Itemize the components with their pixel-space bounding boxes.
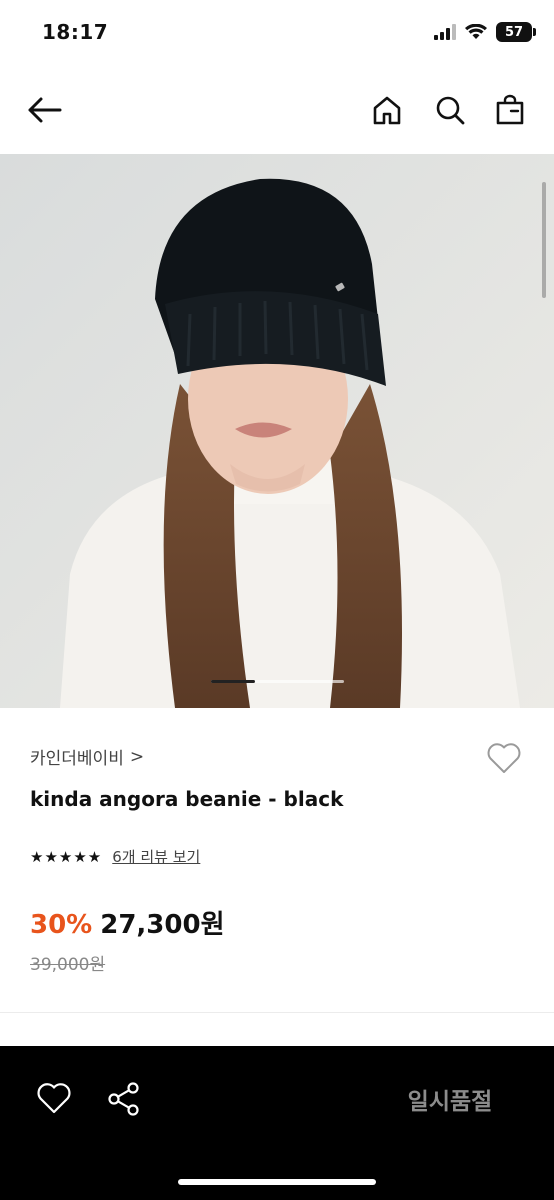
price-row: 30% 27,300원 [30,904,225,941]
arrow-left-icon [28,97,62,123]
brand-link[interactable]: 카인더베이비 > [30,744,145,770]
reviews-link[interactable]: 6개 리뷰 보기 [112,846,200,867]
wifi-icon [465,24,487,39]
bottom-wishlist-button[interactable] [34,1079,74,1119]
share-icon [108,1082,139,1116]
product-image[interactable] [0,154,554,708]
heart-outline-icon [487,743,521,773]
status-bar: 18:17 57 [0,0,554,66]
discount-rate: 30% [30,910,93,940]
scrollbar[interactable] [542,182,546,298]
share-button[interactable] [104,1079,144,1119]
search-icon [436,96,465,125]
image-pager [211,680,344,683]
sale-price: 27,300원 [100,910,225,940]
wishlist-button[interactable] [484,738,524,778]
product-title: kinda angora beanie - black [30,787,344,811]
home-button[interactable] [365,88,409,132]
chevron-right-icon: > [129,746,145,767]
shopping-bag-icon [496,94,524,125]
nav-bar [0,66,554,154]
home-indicator[interactable] [178,1179,376,1185]
bottom-action-bar: 일시품절 [0,1046,554,1200]
original-price: 39,000원 [30,955,106,975]
rating-stars: ★★★★★ [30,847,103,866]
back-button[interactable] [22,88,66,132]
home-icon [373,96,401,125]
battery-indicator: 57 [496,22,536,42]
status-time: 18:17 [42,20,109,44]
status-icons: 57 [434,22,536,42]
product-photo-illustration [0,154,554,708]
image-pager-indicator [211,680,255,683]
rating-row: ★★★★★ 6개 리뷰 보기 [30,846,200,867]
cellular-signal-icon [434,24,456,40]
search-button[interactable] [428,88,472,132]
shopping-bag-button[interactable] [488,88,532,132]
heart-outline-icon [37,1083,71,1114]
sold-out-button[interactable]: 일시품절 [370,1082,530,1116]
brand-name: 카인더베이비 [30,749,124,769]
battery-level: 57 [504,24,524,40]
section-divider [0,1012,554,1013]
